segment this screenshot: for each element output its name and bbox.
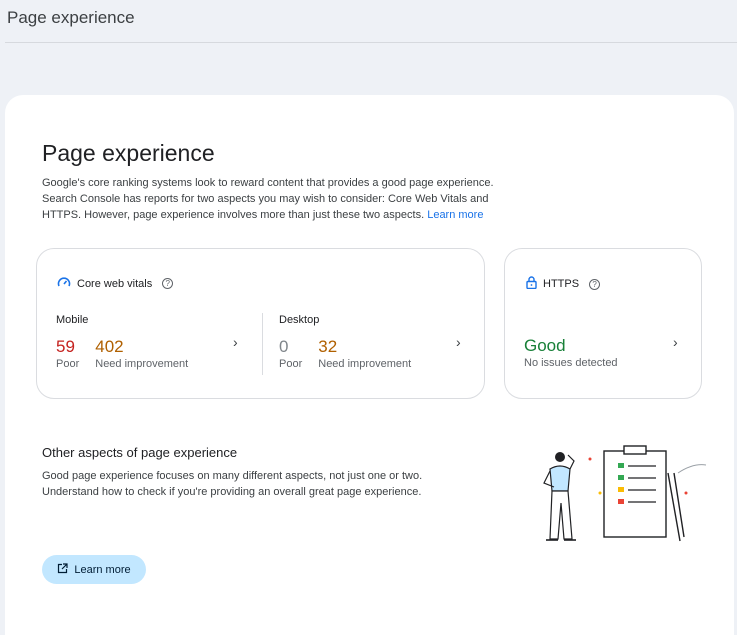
learn-more-button[interactable]: Learn more xyxy=(42,555,146,584)
learn-more-label: Learn more xyxy=(74,563,131,576)
other-aspects-text: Good page experience focuses on many dif… xyxy=(42,470,423,498)
top-bar: Page experience xyxy=(0,0,737,42)
https-status-detail: No issues detected xyxy=(524,357,618,369)
section-divider xyxy=(262,313,263,375)
help-icon[interactable]: ? xyxy=(162,278,174,289)
divider xyxy=(5,42,737,43)
https-header: HTTPS ? xyxy=(526,276,601,292)
desktop-ni-label: Need improvement xyxy=(318,358,412,370)
chevron-right-icon[interactable]: › xyxy=(456,334,461,350)
desktop-label: Desktop xyxy=(279,314,320,326)
cwv-header: Core web vitals ? xyxy=(57,276,174,291)
intro-body: Google's core ranking systems look to re… xyxy=(42,177,494,221)
desktop-need-improvement: 32 Need improvement xyxy=(318,337,411,370)
https-card[interactable]: HTTPS ? Good No issues detected › xyxy=(504,248,702,399)
mobile-label: Mobile xyxy=(56,314,89,326)
desktop-poor-label: Poor xyxy=(279,358,303,370)
other-aspects-title: Other aspects of page experience xyxy=(42,445,238,460)
mobile-need-improvement: 402 Need improvement xyxy=(95,337,188,370)
intro-learn-more-link[interactable]: Learn more xyxy=(427,209,483,221)
mobile-ni-value: 402 xyxy=(95,337,124,356)
desktop-ni-value: 32 xyxy=(318,337,338,356)
intro-text: Google's core ranking systems look to re… xyxy=(42,175,520,223)
desktop-section[interactable]: Desktop 0 Poor 32 Need improvement xyxy=(279,314,411,370)
main-panel: Page experience Google's core ranking sy… xyxy=(5,95,734,635)
section-heading: Page experience xyxy=(42,140,215,166)
chevron-right-icon[interactable]: › xyxy=(233,334,238,350)
chevron-right-icon[interactable]: › xyxy=(673,334,678,350)
https-status-value: Good xyxy=(524,336,566,355)
mobile-poor: 59 Poor xyxy=(56,337,79,370)
lock-icon xyxy=(526,276,537,292)
https-title: HTTPS xyxy=(543,278,580,290)
mobile-poor-label: Poor xyxy=(56,358,80,370)
core-web-vitals-card: Core web vitals ? Mobile 59 Poor 402 Nee… xyxy=(36,248,485,399)
gauge-icon xyxy=(57,276,71,291)
mobile-ni-label: Need improvement xyxy=(95,358,189,370)
checklist-illustration xyxy=(528,443,708,558)
desktop-poor: 0 Poor xyxy=(279,337,302,370)
help-icon[interactable]: ? xyxy=(589,278,601,290)
desktop-poor-value: 0 xyxy=(279,337,289,356)
https-status: Good No issues detected xyxy=(524,336,618,369)
cwv-title: Core web vitals xyxy=(77,277,153,290)
mobile-section[interactable]: Mobile 59 Poor 402 Need improvement xyxy=(56,314,188,370)
mobile-poor-value: 59 xyxy=(56,337,75,356)
page-title: Page experience xyxy=(7,8,135,27)
open-in-new-icon xyxy=(57,562,68,577)
